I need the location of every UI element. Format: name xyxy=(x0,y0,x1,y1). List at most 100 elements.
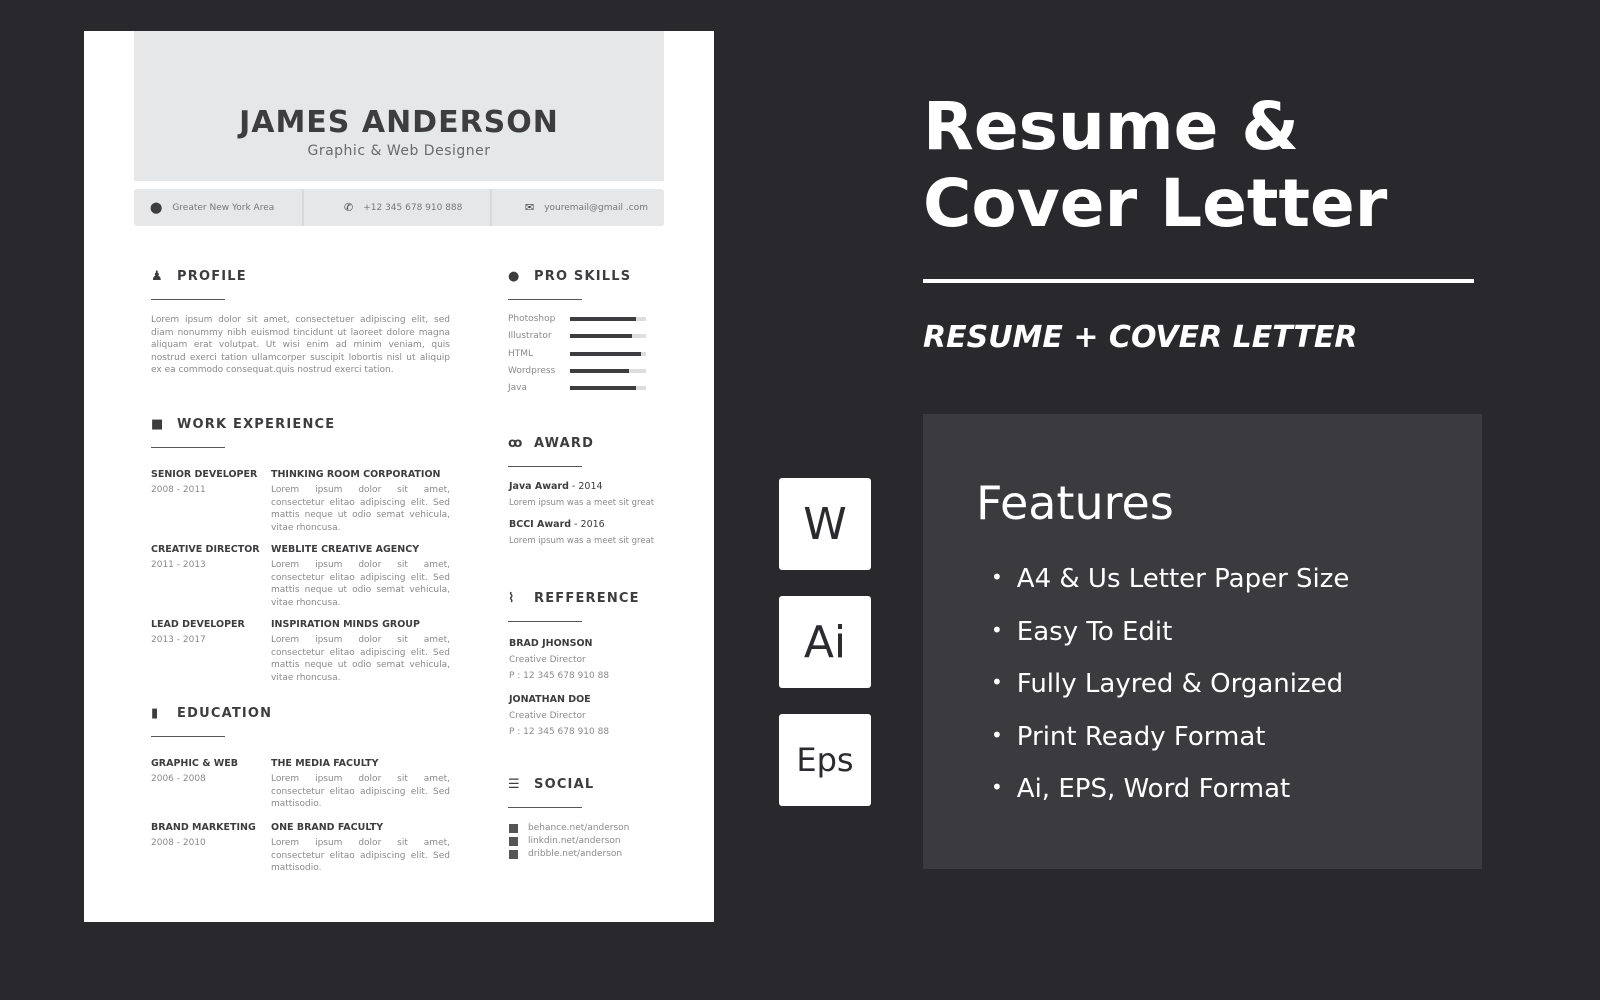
linkedin-icon xyxy=(509,836,518,846)
education-heading-text: EDUCATION xyxy=(177,706,273,721)
eps-format-icon: Eps xyxy=(779,714,871,806)
contact-card-icon: ☰ xyxy=(508,777,521,792)
reference-heading: ⌇ REFFERENCE xyxy=(508,591,640,606)
promo-title: Resume & Cover Letter xyxy=(923,88,1387,242)
job-title: LEAD DEVELOPER xyxy=(151,619,245,630)
job-description: Lorem ipsum dolor sit amet, consectetur … xyxy=(271,635,450,683)
profile-text: Lorem ipsum dolor sit amet, consectetuer… xyxy=(151,315,450,375)
skill-bar xyxy=(570,317,646,321)
job-description: Lorem ipsum dolor sit amet, consectetur … xyxy=(271,485,450,533)
social-url: behance.net/anderson xyxy=(528,823,630,833)
book-icon: ▮ xyxy=(151,706,160,721)
social-link[interactable]: linkdin.net/anderson xyxy=(509,836,621,846)
reference-name: BRAD JHONSON xyxy=(509,638,593,649)
resume-header: JAMES ANDERSON Graphic & Web Designer xyxy=(134,31,664,181)
school-name: THE MEDIA FACULTY xyxy=(271,758,379,769)
promo-subtitle: RESUME + COVER LETTER xyxy=(923,320,1358,355)
social-heading-text: SOCIAL xyxy=(534,777,595,792)
behance-icon xyxy=(509,823,518,833)
reference-heading-text: REFFERENCE xyxy=(534,591,640,606)
award-heading-text: AWARD xyxy=(534,436,595,451)
dribbble-icon xyxy=(509,849,518,859)
job-years: 2011 - 2013 xyxy=(151,560,206,570)
skill-bar xyxy=(570,368,646,373)
divider xyxy=(151,299,225,300)
skill-bar-fill xyxy=(570,351,641,356)
feature-item: Easy To Edit xyxy=(991,617,1349,670)
company-name: WEBLITE CREATIVE AGENCY xyxy=(271,544,420,555)
social-url: dribble.net/anderson xyxy=(528,849,623,859)
divider xyxy=(508,299,582,300)
work-entry: CREATIVE DIRECTOR 2011 - 2013 xyxy=(151,544,271,570)
skill-row: HTML xyxy=(508,349,648,359)
education-description: Lorem ipsum dolor sit amet, consectetur … xyxy=(271,774,450,809)
education-description: Lorem ipsum dolor sit amet, consectetur … xyxy=(271,838,450,873)
work-entry: LEAD DEVELOPER 2013 - 2017 xyxy=(151,619,271,645)
location-pin-icon: ⬤ xyxy=(150,201,163,214)
resume-role: Graphic & Web Designer xyxy=(307,143,491,159)
features-box: Features A4 & Us Letter Paper Size Easy … xyxy=(923,414,1482,869)
skill-row: Illustrator xyxy=(508,331,648,341)
contact-email: youremail@gmail .com xyxy=(544,202,648,213)
education-heading: ▮ EDUCATION xyxy=(151,706,272,721)
profile-heading: ♟ PROFILE xyxy=(151,269,247,284)
skill-bar xyxy=(570,386,646,391)
degree: BRAND MARKETING xyxy=(151,822,256,833)
reference-entry: JONATHAN DOE Creative Director P : 12 345 … xyxy=(509,692,609,740)
skills-heading: ● PRO SKILLS xyxy=(508,269,631,284)
skill-bar xyxy=(570,334,646,339)
social-link[interactable]: dribble.net/anderson xyxy=(509,849,622,859)
contact-location: Greater New York Area xyxy=(172,202,275,213)
skill-bar-fill xyxy=(570,317,637,321)
job-years: 2013 - 2017 xyxy=(151,635,206,645)
degree: GRAPHIC & WEB xyxy=(151,758,238,769)
school-name: ONE BRAND FACULTY xyxy=(271,822,384,833)
reference-phone: P : 12 345 678 910 88 xyxy=(509,671,610,681)
work-heading-text: WORK EXPERIENCE xyxy=(177,417,336,432)
award-entry: BCCI Award - 2016 Lorem ipsum was a meet … xyxy=(509,519,654,546)
social-url: linkdin.net/anderson xyxy=(528,836,621,846)
divider xyxy=(508,466,582,467)
social-link[interactable]: behance.net/anderson xyxy=(509,823,629,833)
company-name: THINKING ROOM CORPORATION xyxy=(271,469,441,480)
briefcase-icon: ■ xyxy=(151,417,165,432)
feature-item: Ai, EPS, Word Format xyxy=(991,774,1349,827)
skill-row: Java xyxy=(508,383,648,393)
skill-bar-fill xyxy=(570,386,637,391)
skills-heading-text: PRO SKILLS xyxy=(534,269,632,284)
award-name: Java Award xyxy=(509,481,569,492)
skill-bar xyxy=(570,351,646,356)
award-heading: ꝏ AWARD xyxy=(508,436,594,451)
features-title: Features xyxy=(976,476,1174,530)
award-text: Lorem ipsum was a meet sit great xyxy=(509,498,655,508)
user-icon: ♟ xyxy=(151,269,164,284)
title-line-2: Cover Letter xyxy=(923,165,1388,242)
education-entry: GRAPHIC & WEB 2006 - 2008 xyxy=(151,758,271,784)
skill-row: Photoshop xyxy=(508,314,648,324)
job-title: SENIOR DEVELOPER xyxy=(151,469,258,480)
reference-role: Creative Director xyxy=(509,711,586,721)
social-heading: ☰ SOCIAL xyxy=(508,777,594,792)
skill-bar-fill xyxy=(570,368,629,373)
illustrator-format-icon: Ai xyxy=(779,596,871,688)
skill-name: Java xyxy=(508,383,528,394)
education-detail: ONE BRAND FACULTY Lorem ipsum dolor sit a… xyxy=(271,822,450,875)
skill-name: Illustrator xyxy=(508,331,552,342)
paperclip-icon: ⌇ xyxy=(508,591,516,606)
skill-name: Wordpress xyxy=(508,365,556,376)
envelope-icon: ✉ xyxy=(524,201,535,214)
education-entry: BRAND MARKETING 2008 - 2010 xyxy=(151,822,271,848)
reference-role: Creative Director xyxy=(509,655,586,665)
skill-name: Photoshop xyxy=(508,314,556,324)
title-divider xyxy=(923,279,1474,283)
job-description: Lorem ipsum dolor sit amet, consectetur … xyxy=(271,560,450,608)
education-detail: THE MEDIA FACULTY Lorem ipsum dolor sit a… xyxy=(271,758,450,811)
skill-bar-fill xyxy=(570,334,633,339)
feature-item: Print Ready Format xyxy=(991,722,1349,775)
feature-item: A4 & Us Letter Paper Size xyxy=(991,564,1350,617)
company-name: INSPIRATION MINDS GROUP xyxy=(271,619,420,630)
award-entry: Java Award - 2014 Lorem ipsum was a meet … xyxy=(509,481,654,508)
reference-entry: BRAD JHONSON Creative Director P : 12 345 … xyxy=(509,636,609,684)
work-detail: THINKING ROOM CORPORATION Lorem ipsum dol… xyxy=(271,469,450,534)
award-year: - 2014 xyxy=(568,481,603,492)
